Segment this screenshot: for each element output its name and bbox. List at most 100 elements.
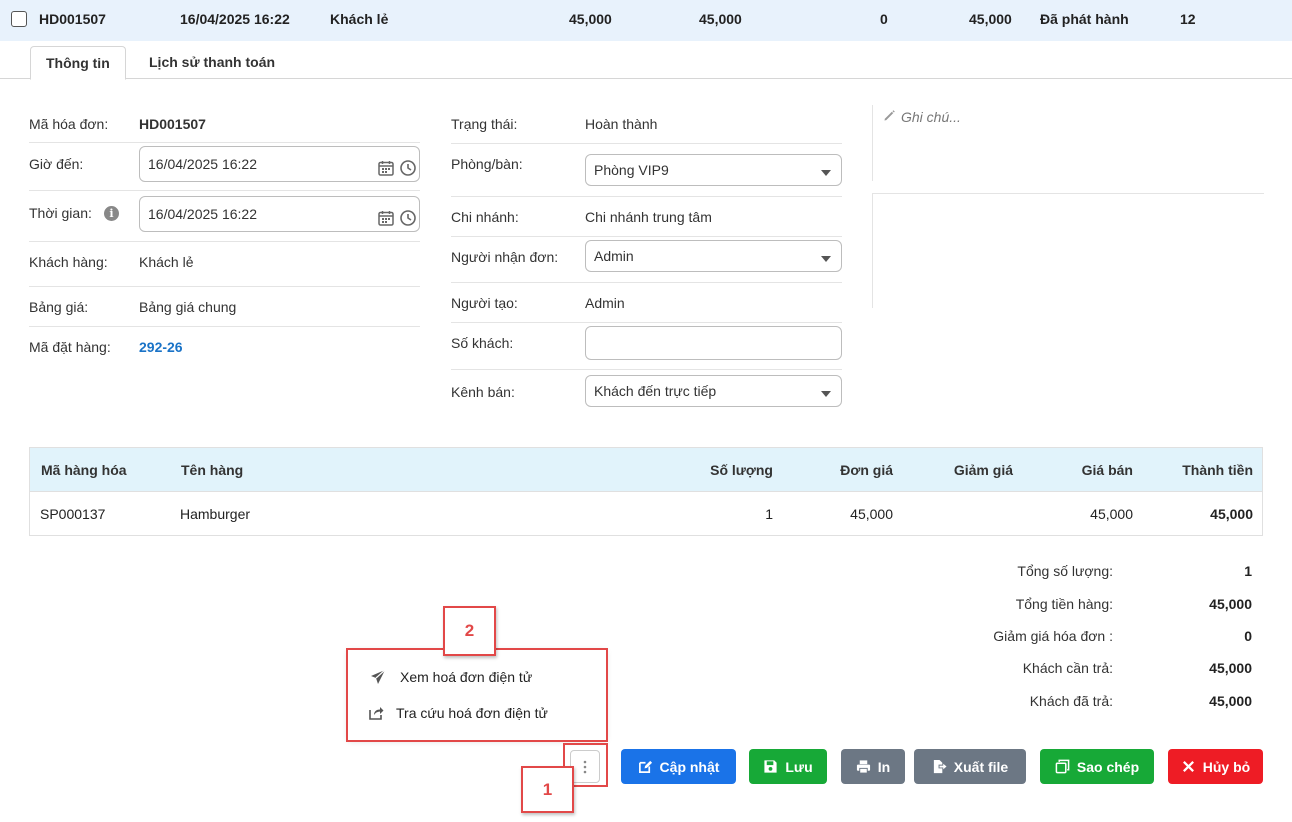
calendar-icon[interactable] [377, 205, 395, 226]
customer-value: Khách lẻ [139, 254, 194, 270]
room-select[interactable]: Phòng VIP9 [585, 154, 842, 186]
pricelist-label: Bảng giá: [29, 299, 89, 315]
tab-payment-history[interactable]: Lịch sử thanh toán [134, 46, 290, 80]
invoice-datetime: 16/04/2025 16:22 [180, 11, 290, 27]
info-icon[interactable]: i [104, 206, 119, 221]
order-code-link[interactable]: 292-26 [139, 339, 183, 355]
customer-due-label: Khách cần trả: [1022, 660, 1113, 676]
divider [872, 193, 1264, 194]
copy-button-label: Sao chép [1076, 758, 1140, 775]
order-code-label: Mã đặt hàng: [29, 339, 111, 355]
invoice-count: 12 [1180, 11, 1196, 27]
header-item-code: Mã hàng hóa [41, 461, 127, 478]
header-discount: Giảm giá [953, 461, 1013, 478]
update-button[interactable]: Cập nhật [621, 749, 736, 784]
receiver-select[interactable]: Admin [585, 240, 842, 272]
divider [29, 326, 420, 327]
arrival-datetime-input[interactable]: 16/04/2025 16:22 [139, 146, 420, 182]
header-item-name: Tên hàng [181, 461, 244, 478]
divider [29, 286, 420, 287]
time-datetime-text: 16/04/2025 16:22 [148, 206, 257, 222]
channel-select[interactable]: Khách đến trực tiếp [585, 375, 842, 407]
export-button[interactable]: Xuất file [914, 749, 1026, 784]
cell-item-name: Hamburger [180, 505, 251, 522]
copy-button[interactable]: Sao chép [1040, 749, 1154, 784]
table-row[interactable]: SP000137 Hamburger 1 45,000 45,000 45,00… [30, 492, 1262, 535]
invoice-discount-value: 0 [1244, 628, 1252, 644]
divider [451, 322, 842, 323]
invoice-code: HD001507 [39, 11, 106, 27]
note-area[interactable]: Ghi chú... [872, 105, 1264, 181]
total-goods-label: Tổng tiền hàng: [1015, 596, 1113, 612]
pricelist-value: Bảng giá chung [139, 299, 237, 315]
invoice-summary-row[interactable]: HD001507 16/04/2025 16:22 Khách lẻ 45,00… [0, 0, 1292, 41]
arrival-label: Giờ đến: [29, 156, 84, 172]
divider [29, 142, 420, 143]
customer-paid-value: 45,000 [1209, 693, 1252, 709]
header-unit-price: Đơn giá [840, 461, 893, 478]
customer-label: Khách hàng: [29, 254, 108, 270]
items-table: Mã hàng hóa Tên hàng Số lượng Đơn giá Gi… [29, 447, 1263, 536]
invoice-total: 45,000 [569, 11, 612, 27]
divider [451, 143, 842, 144]
copy-icon [1055, 759, 1070, 774]
total-goods-value: 45,000 [1209, 596, 1252, 612]
time-label: Thời gian: [29, 205, 92, 221]
invoice-discount-label: Giảm giá hóa đơn : [993, 628, 1113, 644]
detail-tabs: Thông tin Lịch sử thanh toán [0, 41, 1292, 80]
branch-label: Chi nhánh: [451, 209, 519, 225]
highlight-box [346, 648, 608, 742]
cancel-button-label: Hủy bỏ [1202, 758, 1251, 775]
cell-item-code: SP000137 [40, 505, 106, 522]
save-button-label: Lưu [785, 758, 813, 775]
branch-value: Chi nhánh trung tâm [585, 209, 712, 225]
guests-label: Số khách: [451, 335, 514, 351]
invoice-code-value: HD001507 [139, 116, 206, 132]
total-quantity-label: Tổng số lượng: [1017, 563, 1113, 579]
print-button[interactable]: In [841, 749, 905, 784]
row-checkbox[interactable] [11, 11, 27, 27]
cell-sale-price: 45,000 [1090, 505, 1133, 522]
clock-icon[interactable] [399, 155, 417, 176]
cell-quantity: 1 [765, 505, 773, 522]
save-button[interactable]: Lưu [749, 749, 827, 784]
creator-label: Người tạo: [451, 295, 518, 311]
callout-one: 1 [521, 766, 574, 813]
invoice-discount: 0 [880, 11, 888, 27]
clock-icon[interactable] [399, 205, 417, 226]
note-placeholder: Ghi chú... [901, 109, 961, 125]
edit-icon [638, 760, 652, 773]
room-label: Phòng/bàn: [451, 156, 523, 172]
customer-due-value: 45,000 [1209, 660, 1252, 676]
total-quantity-value: 1 [1244, 563, 1252, 579]
invoice-status: Đã phát hành [1040, 11, 1129, 27]
callout-two: 2 [443, 606, 496, 656]
print-button-label: In [877, 758, 891, 775]
save-icon [764, 760, 777, 773]
channel-label: Kênh bán: [451, 384, 515, 400]
divider [451, 236, 842, 237]
table-header: Mã hàng hóa Tên hàng Số lượng Đơn giá Gi… [30, 448, 1262, 492]
export-button-label: Xuất file [953, 758, 1009, 775]
divider [451, 196, 842, 197]
tab-info[interactable]: Thông tin [30, 46, 126, 80]
file-export-icon [933, 759, 947, 774]
guests-input[interactable] [585, 326, 842, 360]
divider [872, 194, 873, 308]
header-line-total: Thành tiền [1182, 461, 1253, 478]
cancel-button[interactable]: Hủy bỏ [1168, 749, 1263, 784]
cell-line-total: 45,000 [1210, 505, 1253, 522]
invoice-paid: 45,000 [969, 11, 1012, 27]
calendar-icon[interactable] [377, 155, 395, 176]
time-datetime-input[interactable]: 16/04/2025 16:22 [139, 196, 420, 232]
header-quantity: Số lượng [710, 461, 773, 478]
invoice-code-label: Mã hóa đơn: [29, 116, 109, 132]
creator-value: Admin [585, 295, 625, 311]
status-label: Trạng thái: [451, 116, 518, 132]
receiver-label: Người nhận đơn: [451, 249, 559, 265]
status-value: Hoàn thành [585, 116, 658, 132]
divider [29, 241, 420, 242]
cell-unit-price: 45,000 [850, 505, 893, 522]
divider [29, 190, 420, 191]
arrival-datetime-text: 16/04/2025 16:22 [148, 156, 257, 172]
